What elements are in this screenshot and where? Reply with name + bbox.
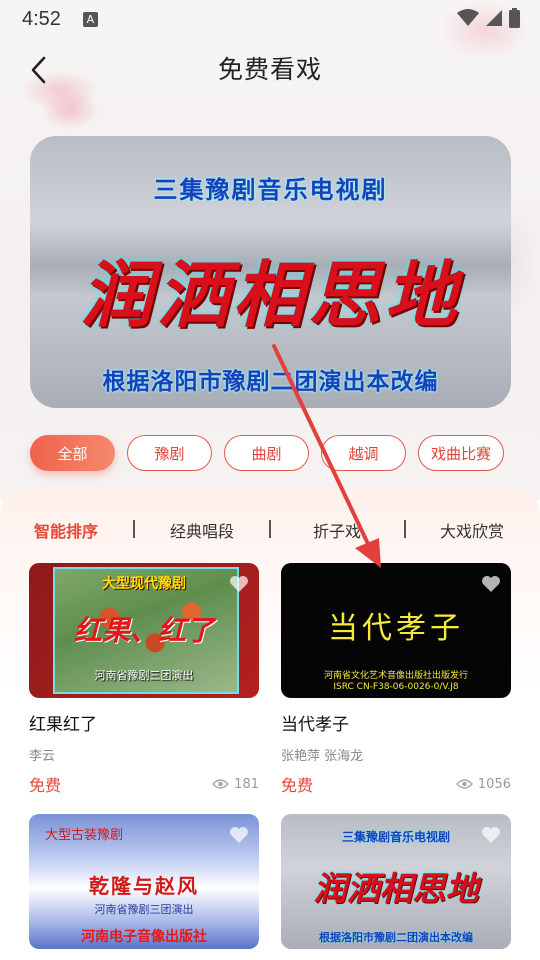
eye-icon	[212, 779, 230, 789]
chip-competition[interactable]: 戏曲比赛	[418, 435, 504, 471]
card-title: 当代孝子	[281, 715, 349, 735]
tab-divider	[269, 520, 271, 538]
chip-yuju[interactable]: 豫剧	[127, 435, 212, 471]
category-chips: 全部 豫剧 曲剧 越调 戏曲比赛	[30, 435, 504, 471]
thumbnail-caption: 河南省豫剧三团演出	[94, 903, 194, 916]
blossom-decoration	[40, 90, 100, 130]
card-price: 免费	[29, 776, 62, 795]
battery-icon	[509, 8, 520, 28]
chip-yuediao[interactable]: 越调	[321, 435, 406, 471]
thumbnail-title: 乾隆与赵风	[89, 874, 199, 898]
thumbnail-caption: 三集豫剧音乐电视剧	[341, 830, 450, 844]
eye-icon	[455, 779, 473, 789]
card-price: 免费	[281, 776, 314, 795]
card-thumbnail[interactable]: 三集豫剧音乐电视剧 润洒相思地 根据洛阳市豫剧二团演出本改编	[281, 814, 511, 949]
card-thumbnail[interactable]: 大型古装豫剧 乾隆与赵风 河南省豫剧三团演出 河南电子音像出版社	[29, 814, 259, 949]
heart-icon[interactable]	[229, 575, 249, 593]
thumbnail-title: 当代孝子	[328, 611, 464, 646]
view-count: 1056	[455, 776, 511, 792]
view-count-value: 181	[234, 776, 259, 792]
card-thumbnail[interactable]: 大型现代豫剧 红果、红了 河南省豫剧三团演出	[29, 563, 259, 698]
thumbnail-caption: 河南电子音像出版社	[81, 929, 207, 945]
opera-card[interactable]: 大型现代豫剧 红果、红了 河南省豫剧三团演出 红果红了 李云 免费 181	[29, 563, 259, 796]
heart-icon[interactable]	[481, 826, 501, 844]
thumbnail-caption: 根据洛阳市豫剧二团演出本改编	[319, 931, 473, 944]
notification-icon: A	[82, 11, 98, 27]
sort-tabs: 智能排序 经典唱段 折子戏 大戏欣赏	[0, 518, 540, 542]
page-title: 免费看戏	[217, 55, 322, 84]
signal-icon	[486, 10, 502, 26]
banner-title: 润洒相思地	[80, 252, 461, 337]
chip-quju[interactable]: 曲剧	[224, 435, 309, 471]
heart-icon[interactable]	[229, 826, 249, 844]
banner-caption: 根据洛阳市豫剧二团演出本改编	[102, 369, 439, 395]
tab-smart-sort[interactable]: 智能排序	[34, 518, 98, 542]
tab-excerpts[interactable]: 折子戏	[313, 518, 361, 542]
card-artist: 李云	[29, 749, 56, 764]
tab-full-operas[interactable]: 大戏欣赏	[440, 518, 504, 542]
featured-banner[interactable]: 三集豫剧音乐电视剧 润洒相思地 根据洛阳市豫剧二团演出本改编	[30, 136, 511, 408]
wifi-icon	[457, 9, 479, 26]
thumbnail-caption: ISRC CN-F38-06-0026-0/V.J8	[333, 682, 459, 692]
chip-all[interactable]: 全部	[30, 435, 115, 471]
tab-divider	[404, 520, 406, 538]
status-bar: 4:52 A	[0, 0, 540, 38]
tab-classic-arias[interactable]: 经典唱段	[170, 518, 234, 542]
thumbnail-title: 红果、红了	[73, 614, 214, 647]
thumbnail-caption: 河南省豫剧三团演出	[94, 669, 194, 682]
thumbnail-caption: 大型现代豫剧	[102, 576, 186, 592]
thumbnail-title: 润洒相思地	[313, 869, 479, 908]
thumbnail-caption: 河南省文化艺术音像出版社出版发行	[323, 671, 468, 681]
card-title: 红果红了	[29, 715, 97, 735]
thumbnail-caption: 大型古装豫剧	[45, 828, 124, 843]
view-count: 181	[212, 777, 259, 792]
status-time: 4:52	[22, 7, 61, 30]
heart-icon[interactable]	[481, 575, 501, 593]
view-count-value: 1056	[477, 776, 511, 792]
banner-subtitle: 三集豫剧音乐电视剧	[153, 176, 388, 204]
tab-divider	[133, 520, 135, 538]
card-artist: 张艳萍 张海龙	[281, 749, 364, 764]
opera-card[interactable]: 大型古装豫剧 乾隆与赵风 河南省豫剧三团演出 河南电子音像出版社	[29, 814, 259, 949]
opera-card[interactable]: 当代孝子 河南省文化艺术音像出版社出版发行 ISRC CN-F38-06-002…	[281, 563, 511, 796]
card-thumbnail[interactable]: 当代孝子 河南省文化艺术音像出版社出版发行 ISRC CN-F38-06-002…	[281, 563, 511, 698]
opera-card[interactable]: 三集豫剧音乐电视剧 润洒相思地 根据洛阳市豫剧二团演出本改编	[281, 814, 511, 949]
